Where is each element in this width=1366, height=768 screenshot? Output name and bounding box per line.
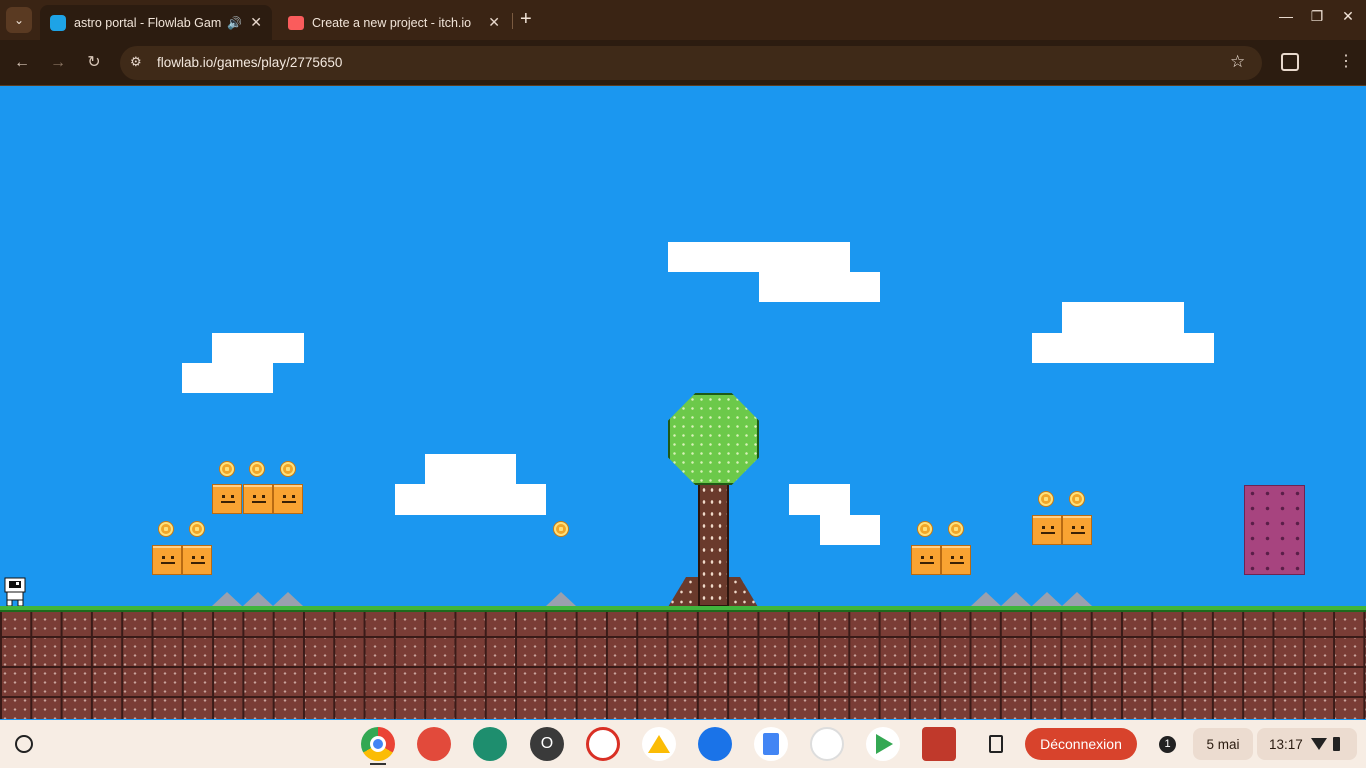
spike: [243, 592, 273, 606]
play-store-icon[interactable]: [866, 727, 900, 761]
game-canvas[interactable]: [0, 87, 1366, 719]
classroom-icon[interactable]: [473, 727, 507, 761]
url-text[interactable]: flowlab.io/games/play/2775650: [157, 55, 342, 70]
smiley-block: [182, 545, 212, 575]
address-bar[interactable]: ⚙ flowlab.io/games/play/2775650 ☆: [120, 46, 1262, 80]
canvas-icon[interactable]: [417, 727, 451, 761]
tree-trunk: [698, 482, 729, 607]
docs-icon[interactable]: [754, 727, 788, 761]
files-icon[interactable]: [698, 727, 732, 761]
astronaut-player: [4, 577, 26, 607]
itchio-favicon-icon: [288, 15, 304, 30]
smiley-block: [152, 545, 182, 575]
notification-badge[interactable]: 1: [1159, 736, 1176, 753]
browser-menu-icon[interactable]: ⋮: [1338, 51, 1354, 71]
status-tray[interactable]: 13:17: [1257, 728, 1357, 760]
tab-itch-io[interactable]: Create a new project - itch.io ✕: [278, 5, 510, 40]
coin: [949, 522, 963, 536]
spike: [273, 592, 303, 606]
smiley-block: [243, 484, 273, 514]
bookmark-star-icon[interactable]: ☆: [1230, 52, 1245, 72]
logout-button[interactable]: Déconnexion: [1025, 728, 1137, 760]
new-tab-plus-icon[interactable]: +: [520, 8, 532, 31]
tab-title: astro portal - Flowlab Game: [74, 15, 222, 30]
coin: [1070, 492, 1084, 506]
smiley-block: [1062, 515, 1092, 545]
opera-icon[interactable]: O: [530, 727, 564, 761]
window-close-icon[interactable]: ✕: [1336, 8, 1360, 25]
coin: [554, 522, 568, 536]
tab-title: Create a new project - itch.io: [312, 15, 472, 30]
chrome-icon[interactable]: [361, 727, 395, 761]
cloud: [1032, 333, 1214, 363]
circle-launcher-icon[interactable]: [15, 735, 33, 753]
holding-space-file-icon[interactable]: [989, 735, 1003, 753]
spike: [1062, 592, 1092, 606]
tab-astro-portal[interactable]: astro portal - Flowlab Game 🔊 ✕: [40, 5, 272, 40]
restore-icon[interactable]: ❐: [1305, 8, 1329, 25]
tab-close-icon[interactable]: ✕: [488, 14, 500, 31]
cloud: [789, 484, 850, 515]
dirt-ground: [0, 606, 1366, 719]
cloud: [1062, 302, 1184, 333]
smiley-block: [1032, 515, 1062, 545]
smiley-block: [941, 545, 971, 575]
forward-arrow-icon[interactable]: →: [46, 54, 70, 72]
spike: [212, 592, 242, 606]
cloud: [395, 484, 546, 515]
cloud: [668, 242, 850, 272]
smiley-block: [911, 545, 941, 575]
drive-icon[interactable]: [642, 727, 676, 761]
smiley-block: [212, 484, 242, 514]
coin: [220, 462, 234, 476]
tab-search-button[interactable]: ⌄: [6, 7, 32, 33]
coin: [918, 522, 932, 536]
battery-icon: [1332, 737, 1340, 751]
smiley-block: [273, 484, 303, 514]
wifi-icon: [1310, 738, 1327, 750]
minimize-icon[interactable]: —: [1274, 8, 1298, 24]
spike: [1032, 592, 1062, 606]
cloud: [212, 333, 304, 363]
coin: [159, 522, 173, 536]
coin: [190, 522, 204, 536]
speaker-icon[interactable]: 🔊: [227, 16, 242, 30]
spike: [546, 592, 576, 606]
tab-close-icon[interactable]: ✕: [250, 14, 262, 31]
clock-time: 13:17: [1269, 736, 1303, 752]
tab-separator: [512, 13, 513, 29]
active-app-indicator: [370, 763, 386, 765]
back-arrow-icon[interactable]: ←: [10, 54, 34, 72]
cloud: [425, 454, 516, 484]
photos-icon[interactable]: [810, 727, 844, 761]
coin: [281, 462, 295, 476]
flowlab-favicon-icon: [50, 14, 66, 31]
exit-portal: [1244, 485, 1305, 575]
tree-crown: [668, 393, 759, 485]
reload-icon[interactable]: ↻: [82, 54, 106, 72]
cloud: [820, 515, 880, 545]
bookshelf-icon[interactable]: [922, 727, 956, 761]
coin: [1039, 492, 1053, 506]
date-pill[interactable]: 5 mai: [1193, 728, 1253, 760]
browser-tab-strip: ⌄ astro portal - Flowlab Game 🔊 ✕ Create…: [0, 0, 1366, 40]
extensions-puzzle-icon[interactable]: [1281, 53, 1299, 71]
cloud: [759, 272, 880, 302]
spike: [971, 592, 1001, 606]
cloud: [182, 363, 273, 393]
grass-strip: [0, 606, 1366, 612]
coin: [250, 462, 264, 476]
site-settings-icon[interactable]: ⚙: [130, 54, 142, 70]
screencast-icon[interactable]: [586, 727, 620, 761]
spike: [1001, 592, 1031, 606]
